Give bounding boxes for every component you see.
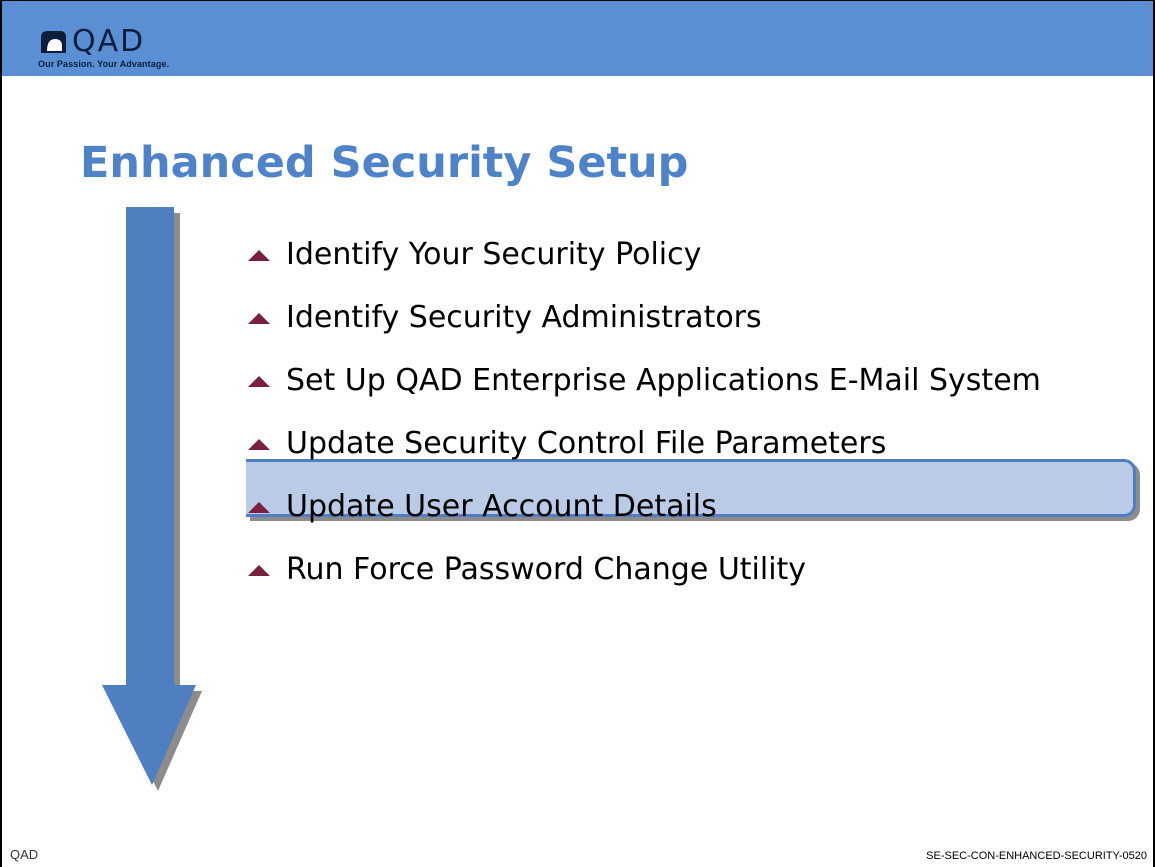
bullet-text: Identify Your Security Policy [286, 236, 702, 272]
triangle-up-bullet-icon [244, 560, 274, 580]
bullet-item: Update Security Control File Parameters [244, 412, 1041, 475]
bullet-item: Run Force Password Change Utility [244, 538, 1041, 601]
slide: QAD Our Passion. Your Advantage. Enhance… [0, 0, 1155, 867]
bullet-text: Identify Security Administrators [286, 299, 762, 335]
slide-title: Enhanced Security Setup [80, 138, 689, 188]
logo-tagline: Our Passion. Your Advantage. [38, 59, 170, 69]
bullet-item: Identify Security Administrators [244, 286, 1041, 349]
bullet-item: Identify Your Security Policy [244, 223, 1041, 286]
logo-wordmark: QAD [72, 24, 146, 59]
bullet-text: Run Force Password Change Utility [286, 551, 807, 587]
bullet-text: Set Up QAD Enterprise Applications E-Mai… [286, 362, 1041, 398]
footer-slide-code: SE-SEC-CON-ENHANCED-SECURITY-0520 [926, 850, 1147, 862]
footer-company: QAD [10, 847, 39, 862]
triangle-up-bullet-icon [244, 497, 274, 517]
triangle-up-bullet-icon [244, 434, 274, 454]
triangle-up-bullet-icon [244, 371, 274, 391]
bullet-text: Update Security Control File Parameters [286, 425, 887, 461]
qad-logo-icon [41, 31, 66, 53]
bullet-list: Identify Your Security Policy Identify S… [244, 223, 1041, 601]
qad-logo: QAD Our Passion. Your Advantage. [38, 23, 183, 73]
bullet-item-highlighted: Update User Account Details [244, 475, 1041, 538]
triangle-up-bullet-icon [244, 308, 274, 328]
bullet-text: Update User Account Details [286, 488, 717, 524]
bullet-item: Set Up QAD Enterprise Applications E-Mai… [244, 349, 1041, 412]
triangle-up-bullet-icon [244, 245, 274, 265]
